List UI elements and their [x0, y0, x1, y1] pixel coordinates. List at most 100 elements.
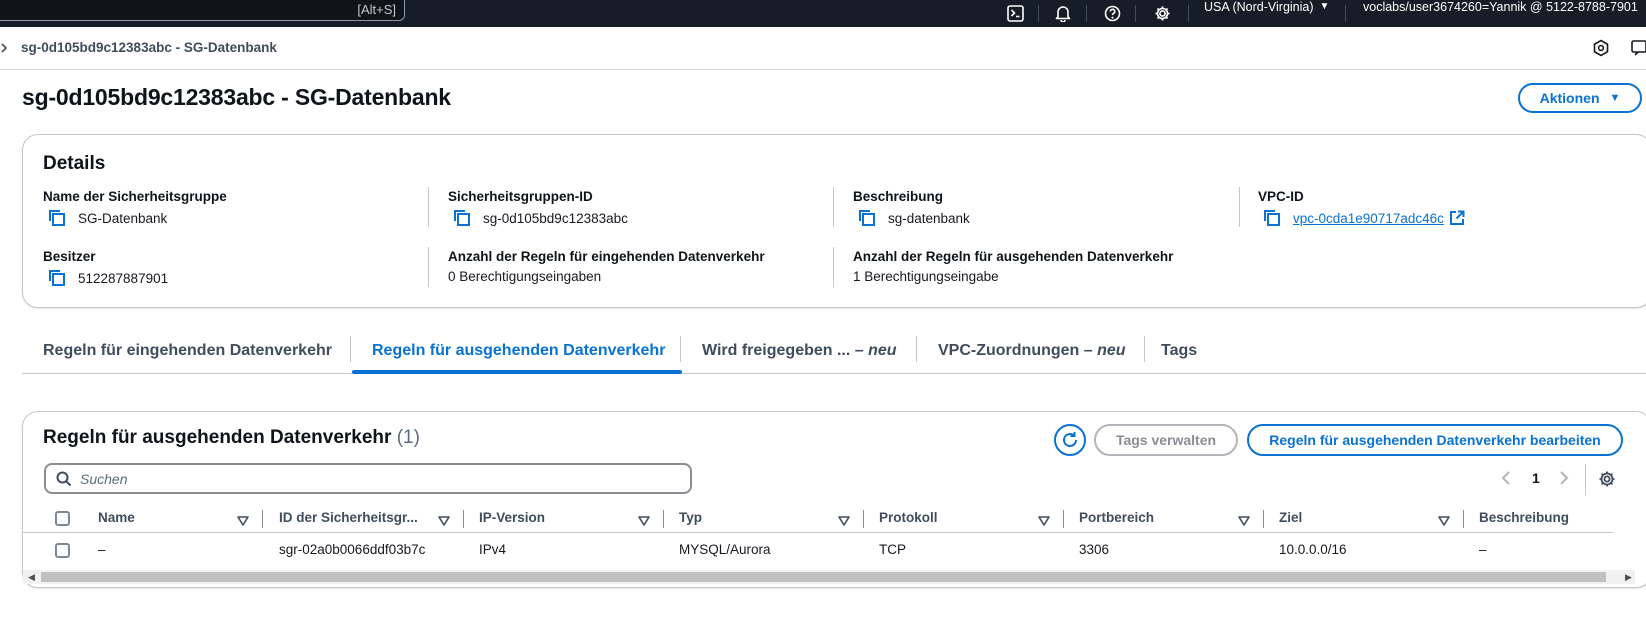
sort-icon[interactable]: [1238, 513, 1250, 529]
column-divider: [833, 187, 834, 227]
column-resizer[interactable]: [1463, 510, 1464, 528]
detail-value: 512287887901: [78, 270, 169, 286]
detail-owner: Besitzer 512287887901: [43, 249, 168, 287]
sort-icon[interactable]: [438, 513, 450, 529]
search-shortcut-hint: [Alt+S]: [357, 2, 396, 17]
detail-vpc-id: VPC-ID vpc-0cda1e90717adc46c: [1258, 189, 1465, 227]
cloudshell-icon[interactable]: [1001, 0, 1029, 27]
nav-divider: [1038, 5, 1039, 22]
cell-protocol: TCP: [879, 542, 906, 557]
nav-divider: [1188, 5, 1189, 22]
column-header-destination[interactable]: Ziel: [1279, 510, 1302, 525]
global-search-box[interactable]: [Alt+S]: [0, 0, 405, 21]
tab-sharing[interactable]: Wird freigegeben ... – neu: [702, 342, 897, 360]
column-resizer[interactable]: [463, 510, 464, 528]
tab-outbound-rules[interactable]: Regeln für ausgehenden Datenverkehr: [372, 342, 665, 360]
column-divider: [428, 247, 429, 287]
search-input[interactable]: [80, 470, 640, 487]
row-checkbox[interactable]: [55, 543, 70, 558]
detail-inbound-rule-count: Anzahl der Regeln für eingehenden Datenv…: [448, 249, 765, 284]
details-title: Details: [43, 153, 106, 174]
actions-button[interactable]: Aktionen ▼: [1518, 83, 1642, 113]
detail-label: VPC-ID: [1258, 189, 1304, 204]
detail-value: sg-datenbank: [888, 210, 970, 226]
column-header-rule-id[interactable]: ID der Sicherheitsgr...: [279, 510, 418, 525]
actions-button-label: Aktionen: [1539, 90, 1600, 106]
detail-label: Anzahl der Regeln für ausgehenden Datenv…: [853, 249, 1174, 264]
column-header-ip-version[interactable]: IP-Version: [479, 510, 545, 525]
feedback-icon[interactable]: [1630, 38, 1646, 58]
detail-label: Name der Sicherheitsgruppe: [43, 189, 227, 204]
table-settings-icon[interactable]: [1598, 470, 1616, 491]
detail-label: Anzahl der Regeln für eingehenden Datenv…: [448, 249, 765, 264]
column-resizer[interactable]: [1263, 510, 1264, 528]
tab-bar: Regeln für eingehenden Datenverkehr Rege…: [22, 330, 1646, 374]
tab-divider: [916, 336, 917, 362]
column-header-name[interactable]: Name: [98, 510, 135, 525]
column-divider: [428, 187, 429, 227]
tab-label: Wird freigegeben ... –: [702, 342, 869, 359]
cell-ip-version: IPv4: [479, 542, 507, 557]
search-icon: [56, 471, 72, 486]
table-header: Name ID der Sicherheitsgr... IP-Version …: [23, 505, 1613, 533]
column-header-port-range[interactable]: Portbereich: [1079, 510, 1154, 525]
bell-icon[interactable]: [1049, 0, 1077, 27]
tab-divider: [1144, 336, 1145, 362]
page-number[interactable]: 1: [1532, 470, 1540, 486]
copy-icon[interactable]: [46, 209, 68, 227]
column-resizer[interactable]: [863, 510, 864, 528]
tab-inbound-rules[interactable]: Regeln für eingehenden Datenverkehr: [43, 342, 332, 360]
column-resizer[interactable]: [1063, 510, 1064, 528]
search-field[interactable]: [44, 463, 692, 494]
tab-tags[interactable]: Tags: [1161, 342, 1197, 360]
region-label: USA (Nord-Virginia): [1204, 0, 1314, 14]
column-resizer[interactable]: [262, 510, 263, 528]
page-title: sg-0d105bd9c12383abc - SG-Datenbank: [22, 84, 451, 110]
sort-icon[interactable]: [1438, 513, 1450, 529]
horizontal-scrollbar[interactable]: ◀ ▶: [23, 570, 1635, 584]
gear-icon[interactable]: [1148, 0, 1176, 27]
info-hexagon-icon[interactable]: [1591, 38, 1611, 58]
caret-down-icon: ▼: [1319, 1, 1330, 12]
copy-icon[interactable]: [856, 209, 878, 227]
scroll-right-icon[interactable]: ▶: [1625, 572, 1632, 583]
edit-outbound-rules-button[interactable]: Regeln für ausgehenden Datenverkehr bear…: [1247, 424, 1623, 456]
sort-icon[interactable]: [237, 513, 249, 529]
vpc-link[interactable]: vpc-0cda1e90717adc46c: [1293, 211, 1444, 226]
sort-icon[interactable]: [638, 513, 650, 529]
table-row[interactable]: – sgr-02a0b0066ddf03b7c IPv4 MYSQL/Auror…: [23, 534, 1613, 567]
select-all-checkbox[interactable]: [55, 511, 70, 526]
account-menu[interactable]: voclabs/user3674260=Yannik @ 5122-8788-7…: [1363, 0, 1638, 14]
refresh-icon: [1063, 432, 1077, 447]
region-selector[interactable]: USA (Nord-Virginia) ▼: [1204, 0, 1329, 27]
chevron-left-icon[interactable]: [1500, 469, 1512, 490]
external-link-icon[interactable]: [1449, 210, 1465, 226]
tab-divider: [680, 336, 681, 362]
manage-tags-button[interactable]: Tags verwalten: [1094, 424, 1238, 456]
top-navigation: [Alt+S] USA (Nord-Virginia) ▼ voclabs/us…: [0, 0, 1646, 27]
scroll-left-icon[interactable]: ◀: [28, 572, 35, 583]
column-header-description[interactable]: Beschreibung: [1479, 510, 1569, 525]
column-header-protocol[interactable]: Protokoll: [879, 510, 938, 525]
tab-vpc-associations[interactable]: VPC-Zuordnungen – neu: [938, 342, 1126, 360]
column-resizer[interactable]: [663, 510, 664, 528]
nav-divider: [1345, 5, 1346, 22]
sort-icon[interactable]: [1038, 513, 1050, 529]
pager-divider: [1585, 464, 1586, 495]
detail-description: Beschreibung sg-datenbank: [853, 189, 970, 227]
copy-icon[interactable]: [46, 269, 68, 287]
column-header-type[interactable]: Typ: [679, 510, 702, 525]
panel-title-text: Regeln für ausgehenden Datenverkehr: [43, 427, 392, 448]
scrollbar-thumb[interactable]: [41, 572, 1606, 582]
nav-divider: [1135, 5, 1136, 22]
active-tab-indicator: [352, 370, 682, 374]
chevron-right-icon[interactable]: [1558, 469, 1570, 490]
copy-icon[interactable]: [451, 209, 473, 227]
help-icon[interactable]: [1098, 0, 1126, 27]
refresh-button[interactable]: [1054, 424, 1086, 456]
copy-icon[interactable]: [1261, 209, 1283, 227]
chevron-right-icon[interactable]: [0, 39, 14, 57]
sort-icon[interactable]: [838, 513, 850, 529]
detail-label: Sicherheitsgruppen-ID: [448, 189, 593, 204]
detail-security-group-name: Name der Sicherheitsgruppe SG-Datenbank: [43, 189, 227, 227]
